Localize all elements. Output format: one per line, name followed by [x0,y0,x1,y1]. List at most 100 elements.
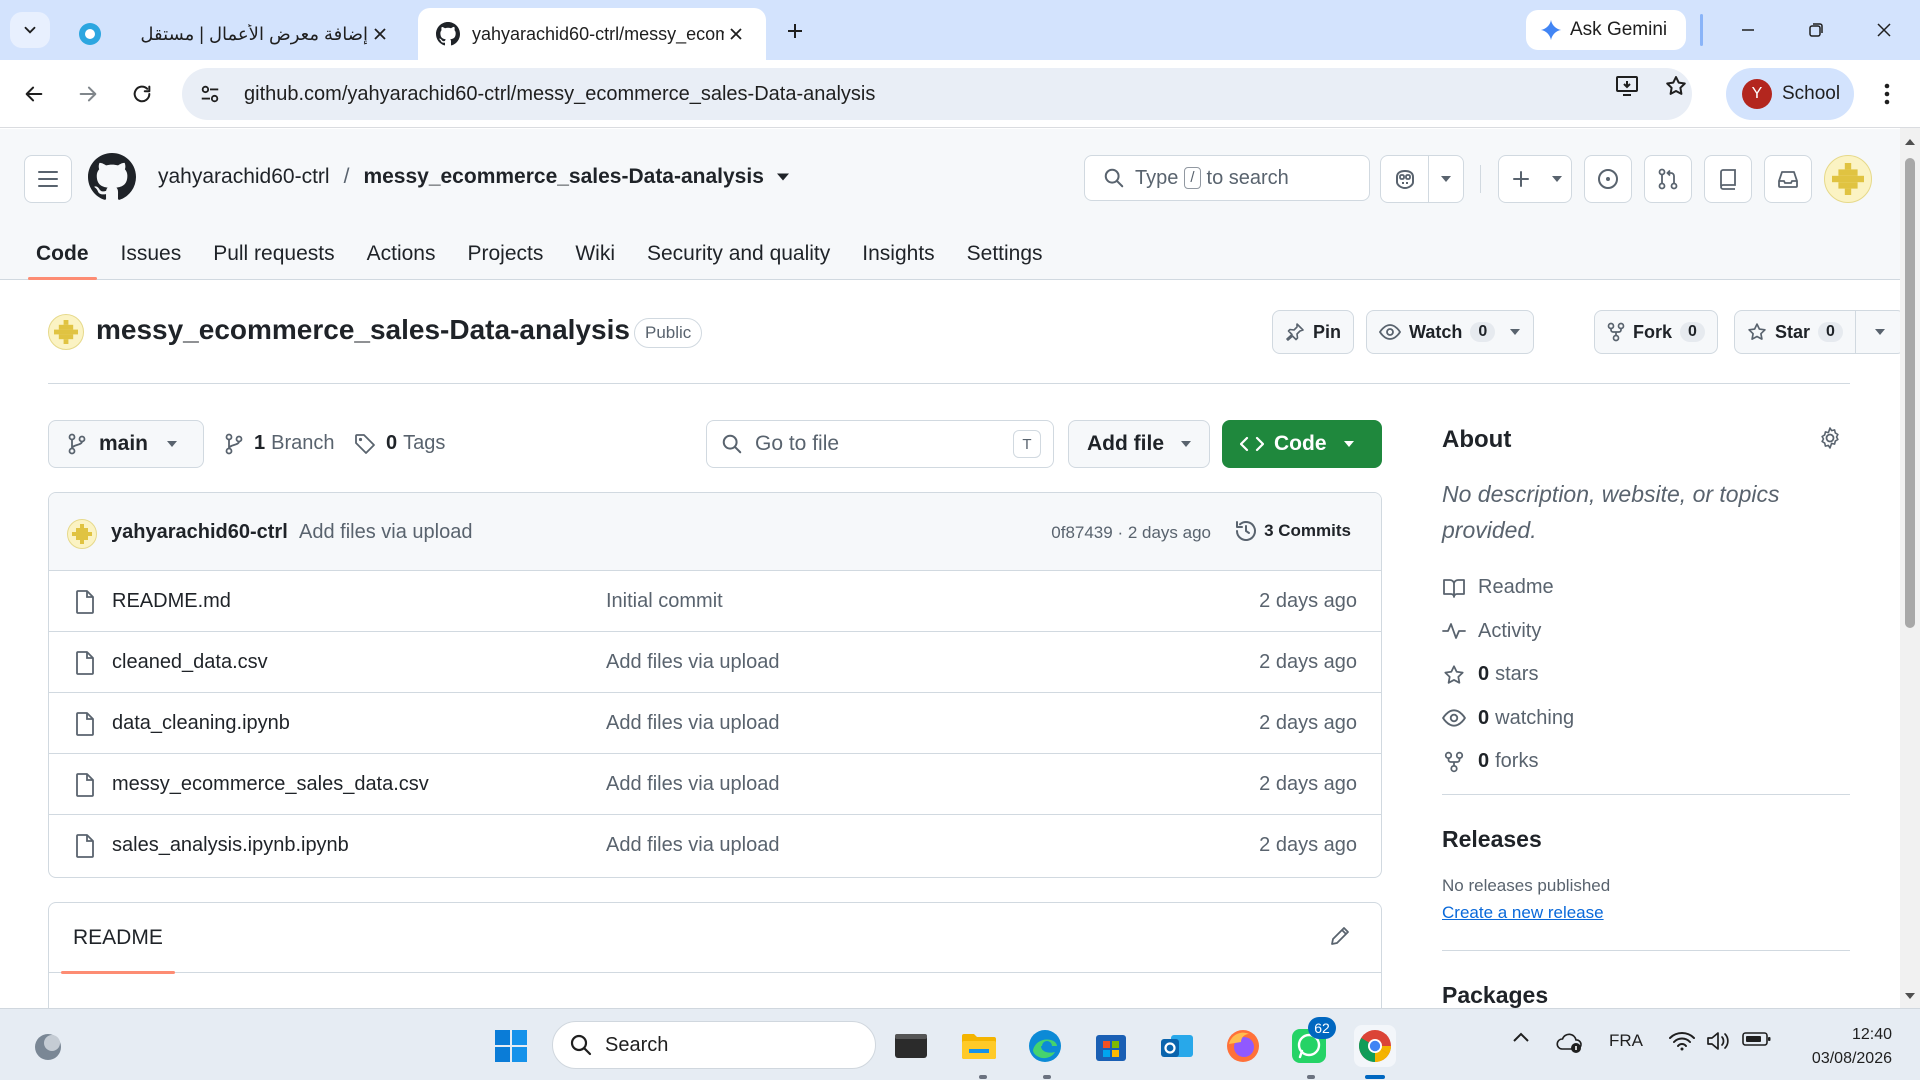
address-bar[interactable]: github.com/yahyarachid60-ctrl/messy_ecom… [182,68,1692,120]
breadcrumb-owner[interactable]: yahyarachid60-ctrl [158,165,330,189]
taskbar-app-edge[interactable] [1024,1025,1066,1067]
taskbar-app-chrome[interactable] [1354,1025,1396,1067]
commit-message[interactable]: Add files via upload [299,521,472,544]
code-clone-button[interactable]: Code [1222,420,1382,468]
commits-history-link[interactable]: 3 Commits [1234,519,1351,543]
taskbar-app-outlook[interactable] [1156,1025,1198,1067]
tray-wifi[interactable] [1666,1031,1698,1051]
global-search-input[interactable]: Type / to search [1084,155,1370,201]
close-window-button[interactable] [1864,14,1904,46]
browser-tab-github[interactable]: yahyarachid60-ctrl/messy_ecom [418,8,766,60]
taskbar-app-file-explorer[interactable] [958,1025,1000,1067]
go-to-file-input[interactable]: Go to file T [706,420,1054,468]
file-name[interactable]: messy_ecommerce_sales_data.csv [112,773,429,796]
copilot-dropdown[interactable] [1429,156,1463,202]
show-hidden-icons-button[interactable] [1506,1031,1536,1043]
taskbar-app-whatsapp[interactable]: 62 [1288,1017,1336,1067]
ask-gemini-button[interactable]: Ask Gemini [1526,10,1686,50]
site-info-button[interactable] [188,72,232,116]
commit-author-avatar[interactable] [67,519,97,549]
inbox-button[interactable] [1764,155,1812,203]
file-commit-message[interactable]: Add files via upload [606,651,779,674]
add-file-button[interactable]: Add file [1068,420,1210,468]
file-name[interactable]: sales_analysis.ipynb.ipynb [112,834,349,857]
minimize-button[interactable] [1728,14,1768,46]
repositories-button[interactable] [1704,155,1752,203]
create-release-link[interactable]: Create a new release [1442,903,1604,923]
browser-menu-button[interactable] [1872,78,1902,110]
packages-heading[interactable]: Packages [1442,982,1548,1009]
tab-search-button[interactable] [10,12,50,48]
taskbar-search[interactable]: Search [552,1021,876,1069]
tab-wiki[interactable]: Wiki [559,229,631,279]
file-name[interactable]: data_cleaning.ipynb [112,712,290,735]
file-name[interactable]: README.md [112,590,231,613]
stars-link[interactable]: 0 stars [1442,653,1574,697]
commit-author[interactable]: yahyarachid60-ctrl [111,521,288,544]
close-tab-icon[interactable] [368,22,392,46]
start-button[interactable] [490,1025,532,1067]
input-language[interactable]: FRA [1604,1031,1648,1051]
file-commit-message[interactable]: Add files via upload [606,712,779,735]
tags-link[interactable]: 0 Tags [354,432,445,455]
watch-button[interactable]: Watch 0 [1366,310,1535,354]
edit-about-button[interactable] [1818,426,1842,450]
releases-heading[interactable]: Releases [1442,826,1542,853]
scroll-down-arrow-icon[interactable] [1904,990,1916,1002]
your-issues-button[interactable] [1584,155,1632,203]
user-avatar-button[interactable] [1824,155,1872,203]
activity-link[interactable]: Activity [1442,610,1574,654]
breadcrumb-repo[interactable]: messy_ecommerce_sales-Data-analysis [363,165,763,189]
create-new-dropdown[interactable] [1498,155,1572,203]
reload-button[interactable] [124,76,160,112]
url-text[interactable]: github.com/yahyarachid60-ctrl/messy_ecom… [244,83,1692,106]
readme-tab[interactable]: README [61,903,175,974]
pin-button[interactable]: Pin [1272,310,1355,354]
edit-readme-button[interactable] [1329,925,1351,947]
fork-button[interactable]: Fork 0 [1594,310,1718,354]
your-pull-requests-button[interactable] [1644,155,1692,203]
tab-security[interactable]: Security and quality [631,229,846,279]
repo-switcher-dropdown[interactable] [776,172,790,182]
tab-insights[interactable]: Insights [846,229,950,279]
tab-pull-requests[interactable]: Pull requests [197,229,350,279]
close-tab-icon[interactable] [724,22,748,46]
star-list-dropdown[interactable] [1854,311,1904,353]
repo-owner-avatar[interactable] [48,314,84,350]
repo-title[interactable]: messy_ecommerce_sales-Data-analysis [96,314,630,346]
open-global-nav-button[interactable] [24,155,72,203]
file-commit-message[interactable]: Initial commit [606,590,723,613]
tray-battery[interactable] [1740,1031,1774,1047]
tab-settings[interactable]: Settings [951,229,1059,279]
commit-sha-time[interactable]: 0f87439 · 2 days ago [1051,523,1211,543]
branch-selector-button[interactable]: main [48,420,204,468]
star-button[interactable]: Star 0 [1734,310,1905,354]
back-button[interactable] [16,76,52,112]
file-commit-message[interactable]: Add files via upload [606,773,779,796]
tray-network-info[interactable] [1552,1031,1588,1055]
weather-widget[interactable] [28,1029,68,1065]
restore-button[interactable] [1796,14,1836,46]
scrollbar-thumb[interactable] [1905,158,1915,628]
new-tab-button[interactable] [780,16,810,46]
taskbar-app-store[interactable] [1090,1025,1132,1067]
copilot-button[interactable] [1381,156,1428,202]
taskbar-app-terminal[interactable] [890,1025,932,1067]
branches-link[interactable]: 1 Branch [224,432,335,455]
file-commit-message[interactable]: Add files via upload [606,834,779,857]
install-app-button[interactable] [1612,70,1644,102]
tab-actions[interactable]: Actions [351,229,452,279]
tab-projects[interactable]: Projects [451,229,559,279]
file-name[interactable]: cleaned_data.csv [112,651,268,674]
profile-button[interactable]: Y School [1726,68,1854,120]
forward-button[interactable] [70,76,106,112]
tab-code[interactable]: Code [20,229,105,280]
taskbar-clock[interactable]: 12:40 03/08/2026 [1780,1023,1892,1071]
bookmark-star-button[interactable] [1660,70,1692,102]
watching-link[interactable]: 0 watching [1442,697,1574,741]
tab-issues[interactable]: Issues [105,229,198,279]
readme-link[interactable]: Readme [1442,566,1574,610]
page-scrollbar[interactable] [1900,128,1920,1008]
forks-link[interactable]: 0 forks [1442,740,1574,784]
taskbar-app-firefox[interactable] [1222,1025,1264,1067]
